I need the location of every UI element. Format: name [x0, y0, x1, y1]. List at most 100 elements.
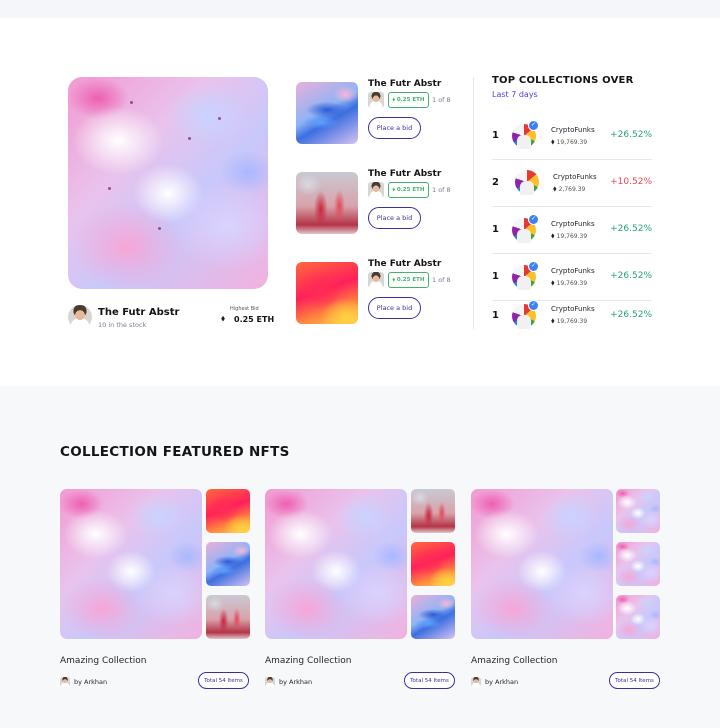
ethereum-icon: ⬧	[551, 137, 555, 146]
verified-badge-icon: ✓	[528, 261, 539, 272]
paint-speck	[108, 187, 111, 190]
collection-name[interactable]: Amazing Collection	[60, 656, 146, 666]
ethereum-icon: ⬧	[221, 314, 226, 324]
ethereum-icon: ⬧	[551, 231, 555, 240]
edition-count: 1 of 8	[432, 96, 451, 104]
nft-item-image[interactable]	[296, 262, 358, 324]
collection-volume-value: 19,769.39	[556, 280, 588, 287]
collection-change: +26.52%	[610, 130, 652, 140]
section-title: COLLECTION FEATURED NFTS	[60, 444, 290, 460]
row-divider	[492, 206, 652, 207]
collection-owner-avatar[interactable]	[265, 677, 275, 687]
place-bid-button[interactable]: Place a bid	[368, 297, 421, 319]
collection-name[interactable]: Amazing Collection	[265, 656, 351, 666]
item-creator-avatar[interactable]	[368, 272, 384, 288]
collection-main-image[interactable]	[60, 489, 202, 639]
collection-thumb[interactable]	[206, 542, 250, 586]
collection-name[interactable]: CryptoFunks	[551, 220, 595, 228]
collection-change: +26.52%	[610, 271, 652, 281]
collection-volume: ⬧ 19,769.39	[551, 137, 587, 147]
collection-rank: 1	[492, 310, 499, 321]
nft-item-title[interactable]: The Futr Abstr	[368, 259, 441, 269]
collection-name[interactable]: CryptoFunks	[551, 267, 595, 275]
paint-speck	[130, 101, 133, 104]
nft-item-image[interactable]	[296, 172, 358, 234]
collection-volume: ⬧ 19,769.39	[551, 231, 587, 241]
collection-thumb[interactable]	[616, 542, 660, 586]
collection-rank: 1	[492, 271, 499, 282]
collection-thumb[interactable]	[411, 595, 455, 639]
collection-rank: 1	[492, 130, 499, 141]
collection-name[interactable]: CryptoFunks	[553, 173, 597, 181]
creator-avatar[interactable]	[68, 305, 92, 329]
place-bid-button[interactable]: Place a bid	[368, 117, 421, 139]
collection-change: +10.52%	[610, 177, 652, 187]
collection-volume: ⬧ 2,769.39	[553, 184, 585, 194]
featured-stock: 10 in the stock	[98, 321, 147, 329]
highest-bid-value: 0.25 ETH	[234, 315, 275, 324]
collection-thumb[interactable]	[206, 489, 250, 533]
collection-thumb[interactable]	[616, 595, 660, 639]
collection-thumb[interactable]	[411, 489, 455, 533]
row-divider	[492, 159, 652, 160]
collection-main-image[interactable]	[471, 489, 613, 639]
featured-title[interactable]: The Futr Abstr	[98, 307, 179, 318]
collection-avatar[interactable]	[513, 168, 541, 196]
nft-item-image[interactable]	[296, 82, 358, 144]
verified-badge-icon: ✓	[528, 300, 539, 311]
collection-owner[interactable]: by Arkhan	[279, 678, 312, 686]
highest-bid-label: Highest Bid	[230, 306, 259, 312]
nft-item-title[interactable]: The Futr Abstr	[368, 79, 441, 89]
verified-badge-icon: ✓	[528, 214, 539, 225]
collection-name[interactable]: CryptoFunks	[551, 305, 595, 313]
item-creator-avatar[interactable]	[368, 92, 384, 108]
eth-price-badge: ⬧ 0.25 ETH	[388, 182, 429, 198]
collection-owner[interactable]: by Arkhan	[74, 678, 107, 686]
collection-volume-value: 2,769.39	[558, 186, 586, 193]
top-strip	[0, 0, 720, 18]
collection-volume: ⬧ 19,769.39	[551, 316, 587, 326]
ethereum-icon: ⬧	[551, 316, 555, 325]
collection-volume: ⬧ 19,769.39	[551, 278, 587, 288]
eth-price: 0.25 ETH	[396, 277, 425, 283]
collection-thumb[interactable]	[616, 489, 660, 533]
collection-main-image[interactable]	[265, 489, 407, 639]
total-items-button[interactable]: Total 54 Items	[404, 672, 455, 689]
place-bid-button[interactable]: Place a bid	[368, 207, 421, 229]
collection-volume-value: 19,769.39	[556, 233, 588, 240]
eth-price: 0.25 ETH	[396, 97, 425, 103]
total-items-button[interactable]: Total 54 Items	[609, 672, 660, 689]
featured-nft-image[interactable]	[68, 77, 268, 289]
item-creator-avatar[interactable]	[368, 182, 384, 198]
eth-price-badge: ⬧ 0.25 ETH	[388, 272, 429, 288]
nft-item-title[interactable]: The Futr Abstr	[368, 169, 441, 179]
paint-speck	[218, 117, 221, 120]
collection-owner-avatar[interactable]	[60, 677, 70, 687]
collection-rank: 2	[492, 177, 499, 188]
collection-change: +26.52%	[610, 224, 652, 234]
collection-name[interactable]: CryptoFunks	[551, 126, 595, 134]
edition-count: 1 of 8	[432, 186, 451, 194]
row-divider	[492, 300, 652, 301]
total-items-button[interactable]: Total 54 Items	[198, 672, 249, 689]
collection-thumb[interactable]	[411, 542, 455, 586]
collection-volume-value: 19,769.39	[556, 139, 588, 146]
eth-price-badge: ⬧ 0.25 ETH	[388, 92, 429, 108]
collection-change: +26.52%	[610, 310, 652, 320]
vertical-divider	[473, 77, 474, 329]
eth-price: 0.25 ETH	[396, 187, 425, 193]
verified-badge-icon: ✓	[528, 120, 539, 131]
collection-rank: 1	[492, 224, 499, 235]
paint-speck	[188, 137, 191, 140]
top-collections-title: TOP COLLECTIONS OVER	[492, 75, 634, 86]
ethereum-icon: ⬧	[553, 184, 557, 193]
top-collections-period[interactable]: Last 7 days	[492, 90, 538, 99]
edition-count: 1 of 8	[432, 276, 451, 284]
collection-owner[interactable]: by Arkhan	[485, 678, 518, 686]
ethereum-icon: ⬧	[551, 278, 555, 287]
collection-owner-avatar[interactable]	[471, 677, 481, 687]
paint-speck	[158, 227, 161, 230]
collection-thumb[interactable]	[206, 595, 250, 639]
collection-name[interactable]: Amazing Collection	[471, 656, 557, 666]
row-divider	[492, 253, 652, 254]
